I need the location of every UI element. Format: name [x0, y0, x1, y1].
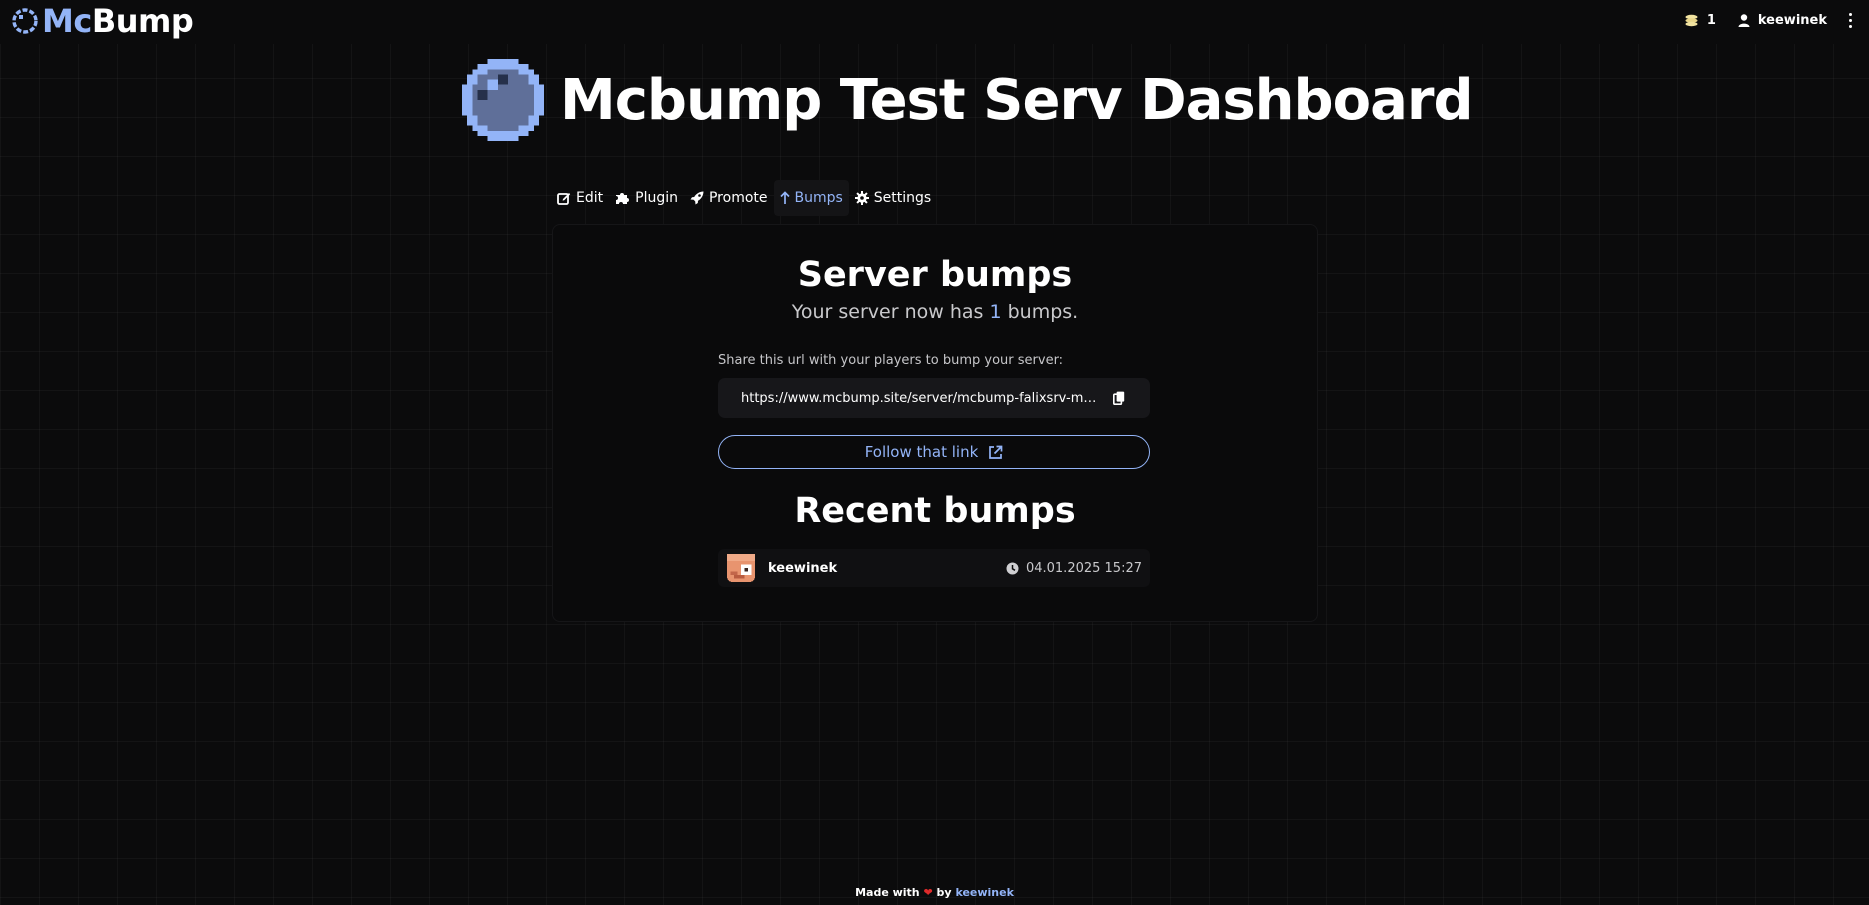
footer: Made with ❤ by keewinek — [0, 886, 1869, 899]
tab-bumps[interactable]: Bumps — [773, 180, 849, 216]
recent-bumps-heading: Recent bumps — [794, 491, 1076, 531]
tab-bumps-label: Bumps — [794, 190, 843, 206]
nav-right: 1 keewinek — [1684, 0, 1855, 40]
avatar — [727, 554, 755, 582]
bump-url-text[interactable]: https://www.mcbump.site/server/mcbump-fa… — [741, 391, 1101, 406]
user-menu[interactable]: keewinek — [1738, 13, 1827, 28]
server-bumps-heading: Server bumps — [797, 255, 1073, 295]
tab-edit-label: Edit — [576, 190, 604, 206]
bumps-count: 1 — [989, 301, 1002, 323]
pixel-orb-icon — [462, 59, 544, 141]
copy-url-button[interactable] — [1113, 391, 1125, 405]
bumps-count-text: Your server now has 1 bumps. — [791, 301, 1079, 323]
coins-icon — [1685, 14, 1698, 26]
brand-home-link[interactable]: McBump — [10, 0, 194, 42]
circle-logo-icon — [12, 8, 38, 34]
list-item: keewinek 04.01.2025 15:27 — [718, 549, 1150, 587]
tab-plugin-label: Plugin — [635, 190, 678, 206]
username: keewinek — [1757, 12, 1827, 28]
user-icon — [1738, 13, 1750, 27]
bumps-card: Server bumps Your server now has 1 bumps… — [552, 224, 1318, 622]
gear-icon — [854, 191, 869, 205]
follow-link-label: Follow that link — [864, 443, 979, 461]
coins-count: 1 — [1706, 12, 1716, 28]
top-navbar: McBump 1 keewinek — [0, 0, 1869, 44]
footer-made-with: Made with — [855, 886, 920, 899]
page-title: Mcbump Test Serv Dashboard — [560, 67, 1474, 133]
bump-timestamp: 04.01.2025 15:27 — [1006, 561, 1142, 576]
dashboard-tabs: Edit Plugin Promote Bumps Settings — [551, 180, 937, 216]
kebab-menu-icon[interactable] — [1845, 12, 1855, 28]
external-link-icon — [989, 445, 1003, 459]
page-header: Mcbump Test Serv Dashboard — [462, 58, 1474, 142]
share-url-label: Share this url with your players to bump… — [718, 353, 1064, 368]
heart-icon: ❤ — [923, 886, 933, 899]
edit-icon — [557, 193, 571, 205]
tab-promote-label: Promote — [708, 190, 768, 206]
tab-settings-label: Settings — [873, 190, 932, 206]
tab-edit[interactable]: Edit — [551, 180, 609, 216]
copy-icon — [1113, 391, 1125, 405]
brand-name: McBump — [42, 2, 194, 40]
tab-settings[interactable]: Settings — [849, 180, 937, 216]
follow-link-button[interactable]: Follow that link — [718, 435, 1150, 469]
footer-by: by — [936, 886, 952, 899]
bump-url-field[interactable]: https://www.mcbump.site/server/mcbump-fa… — [718, 378, 1150, 418]
tab-promote[interactable]: Promote — [684, 180, 774, 216]
arrow-up-icon — [779, 191, 790, 204]
footer-author-link[interactable]: keewinek — [955, 886, 1013, 899]
puzzle-icon — [616, 193, 630, 204]
rocket-icon — [690, 191, 704, 205]
tab-plugin[interactable]: Plugin — [609, 180, 684, 216]
clock-icon — [1006, 562, 1019, 574]
bump-username: keewinek — [768, 560, 838, 576]
coins-balance[interactable]: 1 — [1684, 13, 1716, 28]
